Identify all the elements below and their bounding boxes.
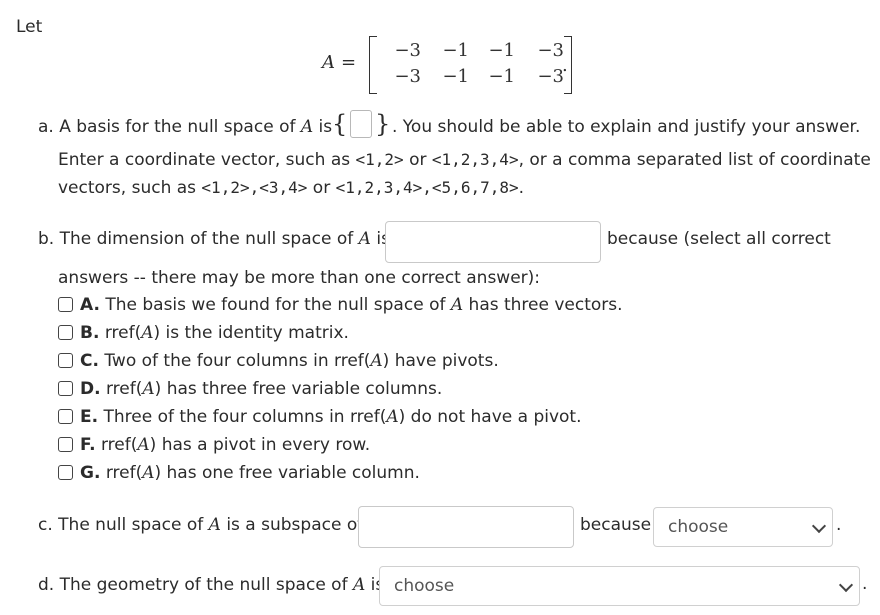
part-b-because: because (select all correct bbox=[607, 229, 831, 249]
option-b-checkbox[interactable] bbox=[58, 325, 73, 340]
matrix-cell: −3 bbox=[394, 40, 421, 61]
option-e-checkbox[interactable] bbox=[58, 409, 73, 424]
option-g-checkbox[interactable] bbox=[58, 465, 73, 480]
intro-text: Let bbox=[16, 17, 43, 37]
matrix-cell: −1 bbox=[442, 66, 469, 87]
option-d-checkbox[interactable] bbox=[58, 381, 73, 396]
part-d-select-value: choose bbox=[394, 576, 455, 596]
brace-close: } bbox=[375, 110, 391, 138]
matrix-cell: −1 bbox=[442, 40, 469, 61]
part-c-because: because bbox=[580, 515, 652, 535]
matrix-cell: −1 bbox=[488, 40, 515, 61]
option-a-label: A. The basis we found for the null space… bbox=[80, 295, 623, 315]
part-a-instruction: . You should be able to explain and just… bbox=[392, 117, 861, 137]
matrix-name: A = bbox=[322, 52, 357, 73]
matrix-A: −3 −1 −1 −3 −3 −1 −1 −3 bbox=[369, 36, 572, 94]
option-b-label: B. rref(A) is the identity matrix. bbox=[80, 323, 349, 343]
option-c-label: C. Two of the four columns in rref(A) ha… bbox=[80, 351, 499, 371]
option-c-checkbox[interactable] bbox=[58, 353, 73, 368]
part-d-period: . bbox=[862, 574, 868, 594]
option-d-label: D. rref(A) has three free variable colum… bbox=[80, 379, 443, 399]
part-a-hint-line-1: Enter a coordinate vector, such as <1,2>… bbox=[58, 150, 871, 170]
option-e-label: E. Three of the four columns in rref(A) … bbox=[80, 407, 582, 427]
option-f-label: F. rref(A) has a pivot in every row. bbox=[80, 435, 371, 455]
matrix-cell: −1 bbox=[488, 66, 515, 87]
matrix-left-bracket bbox=[369, 36, 377, 94]
matrix-period: . bbox=[562, 55, 568, 76]
part-d-prompt: d. The geometry of the null space of A i… bbox=[38, 575, 385, 595]
dimension-answer-input[interactable] bbox=[385, 221, 601, 263]
matrix-cell: −3 bbox=[537, 40, 564, 61]
matrix-entries: −3 −1 −1 −3 −3 −1 −1 −3 bbox=[377, 38, 564, 90]
matrix-cell: −3 bbox=[537, 66, 564, 87]
part-a-hint-line-2: vectors, such as <1,2>,<3,4> or <1,2,3,4… bbox=[58, 178, 525, 198]
part-c-reason-select[interactable]: choose bbox=[653, 507, 833, 547]
part-c-period: . bbox=[836, 515, 842, 535]
chevron-down-icon bbox=[838, 577, 854, 593]
chevron-down-icon bbox=[811, 518, 827, 534]
option-a-checkbox[interactable] bbox=[58, 297, 73, 312]
basis-answer-input[interactable] bbox=[350, 110, 372, 138]
part-c-prompt: c. The null space of A is a subspace of bbox=[38, 515, 364, 535]
part-b-instruction: answers -- there may be more than one co… bbox=[58, 268, 541, 288]
option-f-checkbox[interactable] bbox=[58, 437, 73, 452]
brace-open: { bbox=[332, 110, 348, 138]
part-b-prompt: b. The dimension of the null space of A … bbox=[38, 229, 390, 249]
part-a-prompt: a. A basis for the null space of A is bbox=[38, 117, 333, 137]
option-g-label: G. rref(A) has one free variable column. bbox=[80, 463, 420, 483]
subspace-answer-input[interactable] bbox=[358, 506, 574, 548]
part-d-geometry-select[interactable]: choose bbox=[379, 566, 860, 606]
matrix-cell: −3 bbox=[394, 66, 421, 87]
part-c-select-value: choose bbox=[668, 517, 729, 537]
